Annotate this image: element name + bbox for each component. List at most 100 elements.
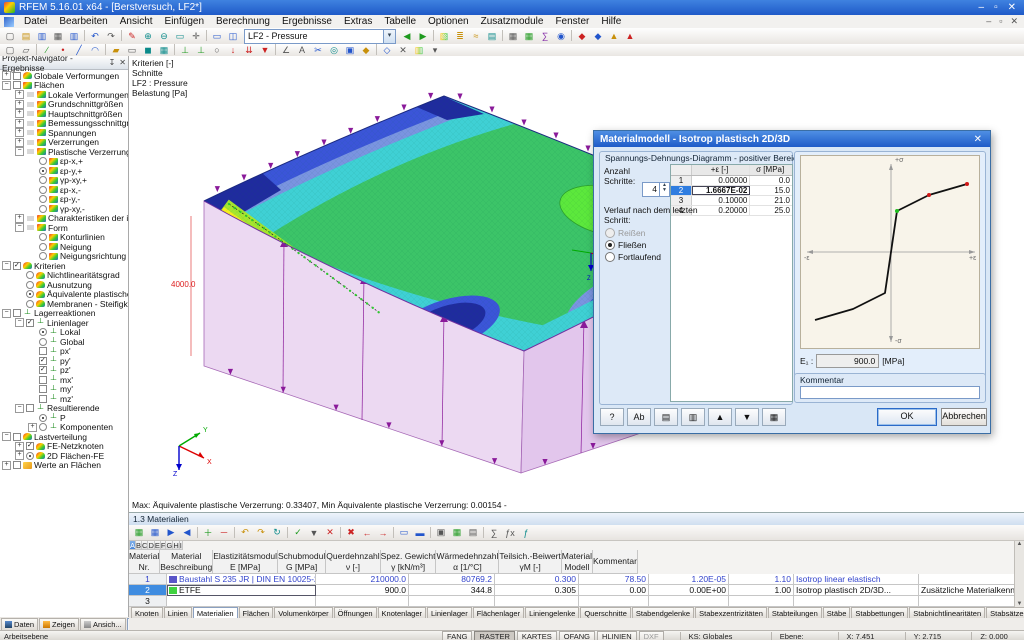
poisson-cell[interactable]: 0.305	[495, 585, 579, 596]
guideline-icon[interactable]: ∕	[39, 44, 55, 57]
column-header[interactable]: Material Nr.	[129, 550, 161, 574]
menu-item[interactable]: Bearbeiten	[53, 16, 113, 27]
column-header[interactable]: Querdehnzahl ν [-]	[326, 550, 381, 574]
filter-icon[interactable]: ▼	[306, 526, 322, 539]
color-scale-icon[interactable]: ▥	[411, 44, 427, 57]
row-number[interactable]: 1	[671, 176, 692, 185]
split-icon[interactable]: ▬	[412, 526, 428, 539]
tree-item-control[interactable]	[26, 280, 34, 289]
menu-item[interactable]: Datei	[18, 16, 53, 27]
section-icon[interactable]: ✂	[310, 44, 326, 57]
tree-item-control[interactable]	[13, 261, 21, 270]
show-results-icon[interactable]: ▧	[436, 30, 452, 43]
support-line-icon[interactable]: ⊥	[193, 44, 209, 57]
tree-item[interactable]: Werte an Flächen	[0, 461, 128, 470]
menu-item[interactable]: Einfügen	[159, 16, 210, 27]
safety-cell[interactable]	[729, 596, 794, 607]
tree-item-control[interactable]	[39, 252, 47, 261]
fe-mesh-icon[interactable]: ▦	[156, 44, 172, 57]
e1-field[interactable]: 900.0	[816, 354, 880, 368]
close-icon[interactable]: ✕	[119, 58, 126, 67]
menu-item[interactable]: Extras	[338, 16, 378, 27]
window-single-icon[interactable]: ▭	[209, 30, 225, 43]
sep[interactable]	[36, 43, 37, 55]
table-next-icon[interactable]: ▶	[163, 526, 179, 539]
tree-item-control[interactable]	[26, 271, 34, 280]
expander-icon[interactable]	[15, 137, 24, 147]
stress-cell[interactable]: 25.0	[750, 206, 792, 215]
sep[interactable]	[376, 43, 377, 55]
row-number[interactable]: 3	[671, 196, 692, 205]
prev-loadcase-icon[interactable]: ◀	[399, 30, 415, 43]
tree-item-control[interactable]	[13, 432, 21, 441]
tree-item-control[interactable]	[39, 366, 47, 375]
export-excel-icon[interactable]: ▦	[449, 526, 465, 539]
caret-icon[interactable]: ▾	[427, 44, 443, 57]
menu-item[interactable]: Berechnung	[210, 16, 276, 27]
arrow-right-icon[interactable]: →	[375, 526, 391, 539]
menu-item[interactable]: Zusatzmodule	[475, 16, 550, 27]
fx-icon[interactable]: ƒx	[502, 526, 518, 539]
expander-icon[interactable]	[15, 223, 24, 233]
calc-icon[interactable]: ∑	[537, 30, 553, 43]
tree-item[interactable]: Plastische Verzerrungen	[0, 147, 128, 157]
tree-item[interactable]: px'	[0, 347, 128, 356]
next-loadcase-icon[interactable]: ▶	[415, 30, 431, 43]
tree-item[interactable]: Komponenten	[0, 423, 128, 432]
calc-sheet-icon[interactable]: ▣	[433, 526, 449, 539]
tree-item[interactable]: mz'	[0, 394, 128, 404]
load-surface-icon[interactable]: ▼	[257, 44, 273, 57]
tree-item[interactable]: Global	[0, 337, 128, 347]
description-cell[interactable]	[167, 596, 316, 607]
table-view-icon[interactable]: ▦	[147, 526, 163, 539]
module3-icon[interactable]: ▲	[606, 30, 622, 43]
tree-item[interactable]: Lastverteilung	[0, 432, 128, 442]
excel-icon[interactable]: ▦	[521, 30, 537, 43]
tree-item-control[interactable]	[13, 309, 21, 318]
expander-icon[interactable]	[15, 118, 24, 128]
save-icon[interactable]: ▥	[34, 30, 50, 43]
help-icon[interactable]: ?	[600, 408, 624, 426]
tree-item-control[interactable]	[13, 81, 21, 90]
sep[interactable]	[393, 527, 394, 538]
thermal-cell[interactable]	[649, 596, 729, 607]
sep[interactable]	[105, 43, 106, 55]
tree-item-control[interactable]	[39, 157, 47, 166]
sep[interactable]	[287, 527, 288, 538]
model-cell[interactable]	[794, 596, 919, 607]
column-header[interactable]: Kommentar	[593, 550, 638, 574]
tree-item[interactable]: γp-xy,-	[0, 204, 128, 214]
column-letter[interactable]: G	[166, 541, 174, 550]
tree-item-control[interactable]	[39, 385, 47, 394]
info-icon[interactable]: ◉	[553, 30, 569, 43]
comment-cell[interactable]	[919, 596, 1015, 607]
snap-toggle[interactable]: OFANG	[558, 630, 596, 640]
tree-item-control[interactable]	[13, 71, 21, 80]
tree-item-control[interactable]	[39, 204, 47, 213]
window-split-icon[interactable]: ◫	[225, 30, 241, 43]
table-row[interactable]: 3	[129, 596, 1015, 607]
menu-item[interactable]: Fenster	[549, 16, 595, 27]
expander-icon[interactable]	[2, 71, 11, 81]
sep[interactable]	[234, 527, 235, 538]
zoom-in-icon[interactable]: ⊕	[140, 30, 156, 43]
spin-down-icon[interactable]: ▼	[660, 188, 669, 193]
document-icon[interactable]	[4, 16, 14, 27]
tree-item[interactable]: εp-x,-	[0, 185, 128, 195]
save-all-icon[interactable]: ▥	[66, 30, 82, 43]
column-header[interactable]: Teilsich.-Beiwert γM [-]	[499, 550, 562, 574]
tree-item-control[interactable]	[26, 442, 34, 451]
tree-item[interactable]: Resultierende	[0, 404, 128, 413]
stress-strain-row[interactable]: 2 1.6667E-02 15.0	[671, 186, 792, 196]
sep[interactable]	[483, 527, 484, 538]
check-icon[interactable]: ✓	[290, 526, 306, 539]
navigator-tab[interactable]: Zeigen	[39, 618, 79, 630]
tree-item[interactable]: Flächen	[0, 80, 128, 90]
poisson-cell[interactable]: 0.300	[495, 574, 579, 585]
tree-item-control[interactable]	[39, 356, 47, 365]
redo-icon[interactable]: ↷	[103, 30, 119, 43]
description-cell[interactable]: Baustahl S 235 JR | DIN EN 10025-2:200	[167, 574, 316, 585]
menu-item[interactable]: Tabelle	[378, 16, 422, 27]
tree-item[interactable]: Konturlinien	[0, 233, 128, 242]
expander-icon[interactable]	[2, 80, 11, 90]
